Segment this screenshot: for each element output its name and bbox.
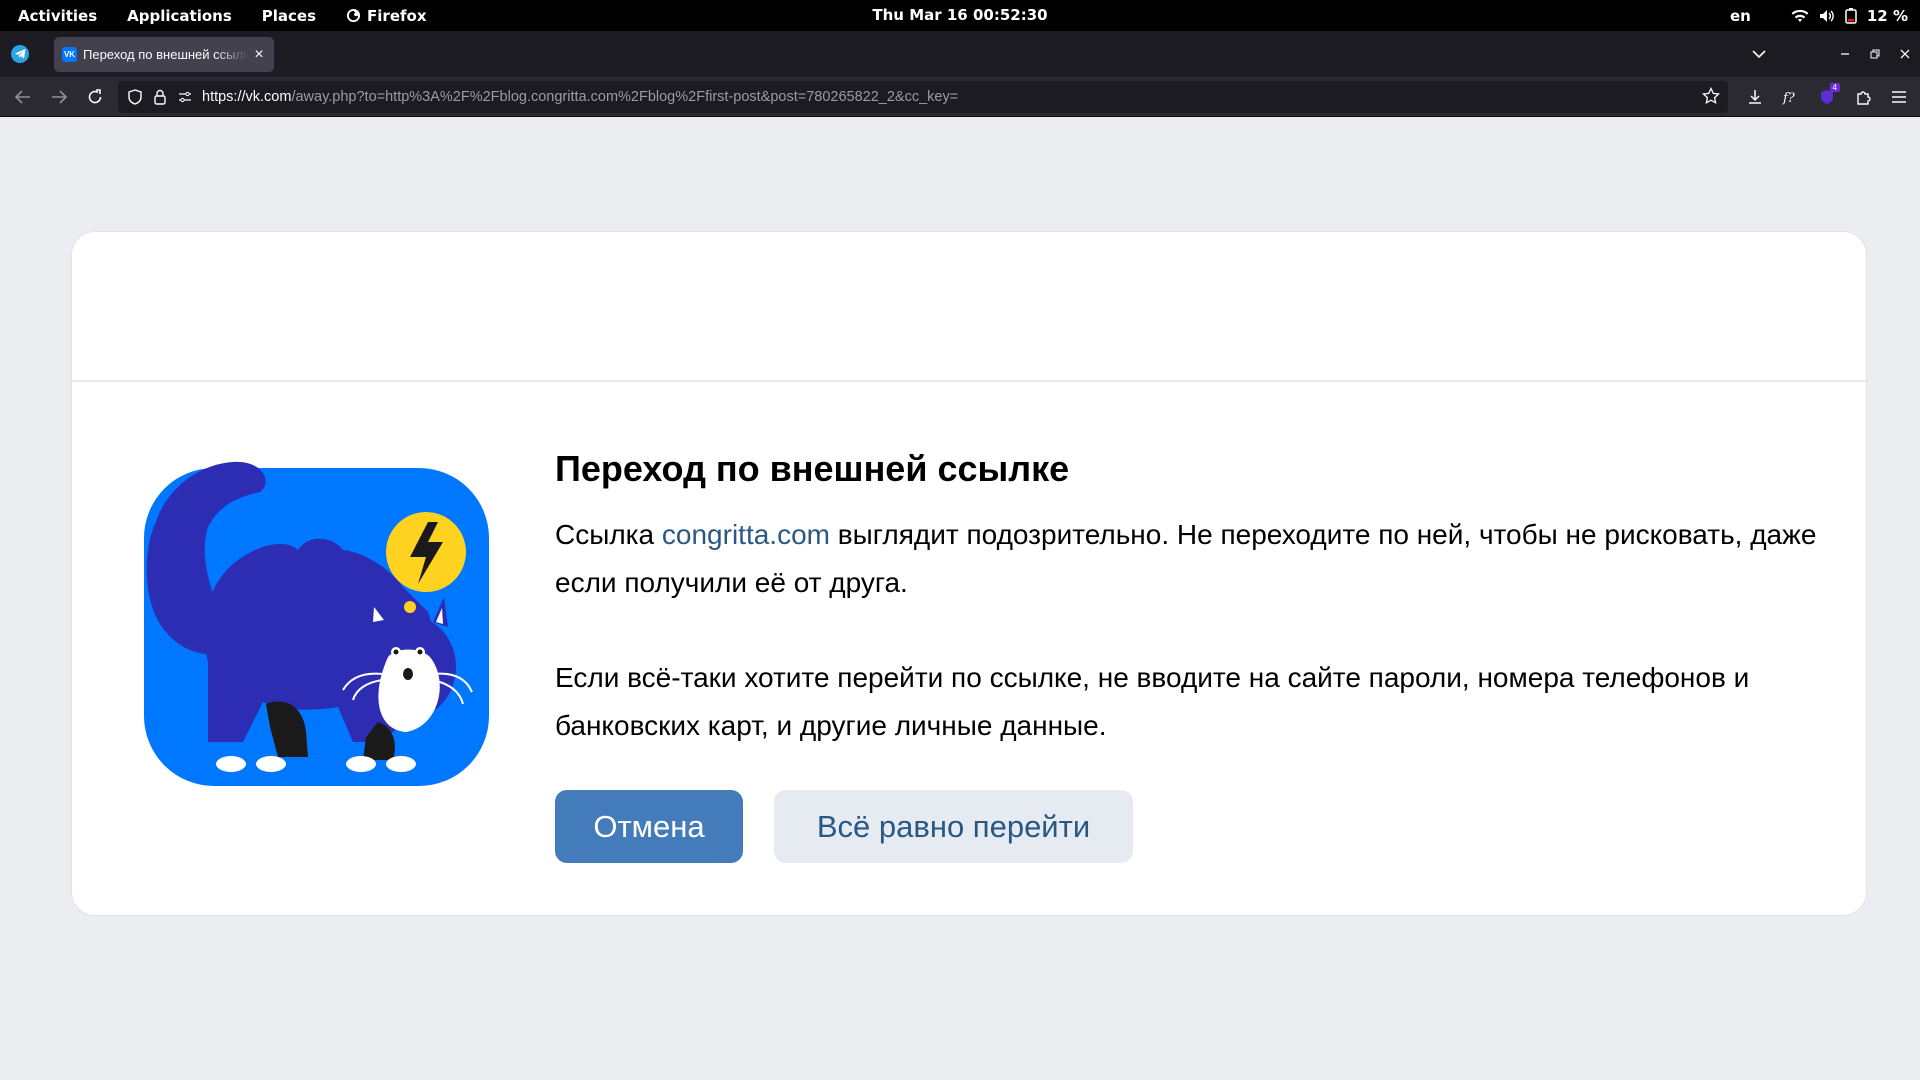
- forward-icon[interactable]: [44, 82, 74, 112]
- telegram-icon[interactable]: [11, 45, 29, 63]
- card-divider: [72, 380, 1866, 382]
- wifi-icon[interactable]: [1791, 9, 1809, 23]
- navigation-bar: https://vk.com/away.php?to=http%3A%2F%2F…: [0, 77, 1920, 117]
- tracking-protection-shield-icon[interactable]: [128, 89, 142, 105]
- battery-icon[interactable]: [1845, 7, 1857, 24]
- warning-paragraph: Ссылка congritta.com выглядит подозрител…: [555, 511, 1845, 607]
- tab-strip: VK Переход по внешней ссылке × +: [0, 31, 1920, 94]
- url-host: https://vk.com: [202, 89, 292, 105]
- address-bar[interactable]: https://vk.com/away.php?to=http%3A%2F%2F…: [118, 81, 1728, 113]
- back-icon[interactable]: [8, 82, 38, 112]
- tab-active[interactable]: VK Переход по внешней ссылке ×: [54, 37, 274, 72]
- extension-badge-count: 4: [1829, 83, 1840, 92]
- action-buttons: Отмена Всё равно перейти: [555, 790, 1845, 863]
- tab-close-icon[interactable]: ×: [252, 46, 266, 64]
- reload-icon[interactable]: [80, 82, 110, 112]
- warning-content: Переход по внешней ссылке Ссылка congrit…: [555, 445, 1845, 863]
- suspicious-domain-link[interactable]: congritta.com: [662, 519, 830, 550]
- svg-text:f?: f?: [1782, 91, 1796, 105]
- tab-title: Переход по внешней ссылке: [83, 47, 248, 62]
- firefox-app-menu[interactable]: Firefox: [346, 6, 427, 25]
- url-text: https://vk.com/away.php?to=http%3A%2F%2F…: [202, 89, 958, 105]
- scared-cat-illustration: [144, 461, 489, 786]
- list-all-tabs-icon[interactable]: [1744, 39, 1774, 69]
- extension-badge-icon[interactable]: 4: [1812, 82, 1842, 112]
- warning-prefix: Ссылка: [555, 519, 662, 550]
- activities-button[interactable]: Activities: [18, 7, 97, 25]
- restore-window-icon[interactable]: [1860, 39, 1890, 69]
- downloads-icon[interactable]: [1740, 82, 1770, 112]
- firefox-label: Firefox: [367, 6, 427, 25]
- lock-icon[interactable]: [154, 89, 166, 105]
- external-link-warning-card: Переход по внешней ссылке Ссылка congrit…: [71, 231, 1867, 916]
- extensions-puzzle-icon[interactable]: [1848, 82, 1878, 112]
- firefox-icon: [346, 8, 361, 23]
- proceed-anyway-button[interactable]: Всё равно перейти: [774, 790, 1133, 863]
- applications-menu[interactable]: Applications: [127, 7, 232, 25]
- bookmark-star-icon[interactable]: [1702, 87, 1720, 105]
- volume-icon[interactable]: [1819, 9, 1835, 23]
- url-path: /away.php?to=http%3A%2F%2Fblog.congritta…: [291, 89, 959, 105]
- permissions-icon[interactable]: [178, 91, 192, 103]
- vk-favicon-icon: VK: [62, 47, 77, 62]
- places-menu[interactable]: Places: [262, 7, 316, 25]
- system-top-bar: Activities Applications Places Firefox T…: [0, 0, 1920, 31]
- close-window-icon[interactable]: [1890, 39, 1920, 69]
- advice-paragraph: Если всё-таки хотите перейти по ссылке, …: [555, 662, 1750, 741]
- language-indicator[interactable]: en: [1730, 7, 1751, 25]
- battery-percent: 12 %: [1866, 6, 1908, 25]
- page-title: Переход по внешней ссылке: [555, 448, 1070, 489]
- hamburger-menu-icon[interactable]: [1884, 82, 1914, 112]
- minimize-window-icon[interactable]: [1830, 39, 1860, 69]
- font-extension-icon[interactable]: f?: [1776, 82, 1806, 112]
- cancel-button[interactable]: Отмена: [555, 790, 743, 863]
